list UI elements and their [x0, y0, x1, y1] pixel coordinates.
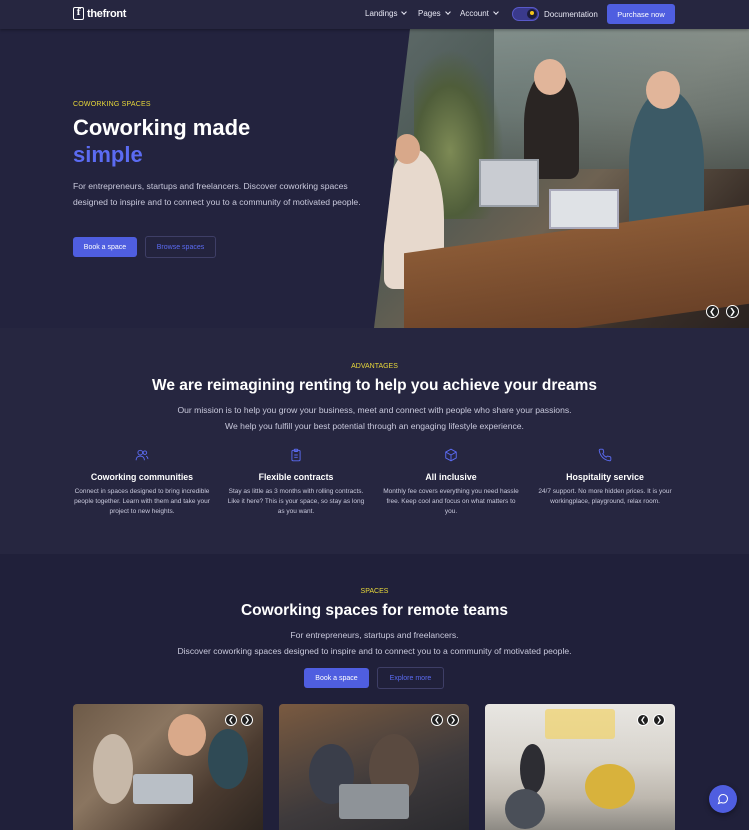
feature-description: Connect in spaces designed to bring incr…	[74, 488, 210, 515]
theme-toggle[interactable]	[512, 7, 539, 21]
moon-icon	[527, 9, 537, 19]
advantages-eyebrow: ADVANTAGES	[351, 363, 398, 370]
box-icon	[445, 448, 457, 462]
feature-description: Monthly fee covers everything you need h…	[383, 488, 519, 515]
spaces-eyebrow: SPACES	[360, 588, 389, 595]
space-card[interactable]: ❮ ❯	[73, 704, 263, 830]
feature-title: Hospitality service	[566, 472, 644, 482]
feature-flexible-contracts: Flexible contracts Stay as little as 3 m…	[226, 448, 366, 517]
phone-icon	[598, 448, 612, 462]
nav-item-label: Landings	[365, 9, 398, 18]
logo-text: thefront	[87, 7, 127, 20]
hero-section: COWORKING SPACES Coworking made simple F…	[0, 29, 749, 328]
card-next-icon[interactable]: ❯	[653, 714, 665, 726]
advantages-subtitle-2: We help you fulfill your best potential …	[225, 421, 524, 431]
hero-title-accent: simple	[73, 142, 143, 167]
card-next-icon[interactable]: ❯	[241, 714, 253, 726]
purchase-button[interactable]: Purchase now	[607, 4, 675, 24]
feature-title: Coworking communities	[90, 472, 194, 482]
feature-description: Stay as little as 3 months with rolling …	[227, 488, 365, 515]
nav-item-pages[interactable]: Pages	[418, 9, 451, 18]
chevron-down-icon	[444, 9, 451, 15]
browse-spaces-button[interactable]: Browse spaces	[145, 236, 216, 258]
card-prev-icon[interactable]: ❮	[225, 714, 237, 726]
chat-button[interactable]	[709, 785, 737, 813]
chat-icon	[717, 794, 729, 805]
hero-title-line: Coworking made	[73, 115, 251, 140]
card-next-icon[interactable]: ❯	[447, 714, 459, 726]
carousel-next-icon[interactable]: ❯	[726, 305, 739, 318]
nav-item-label: Account	[460, 9, 489, 18]
hero-eyebrow: COWORKING SPACES	[73, 101, 151, 108]
chevron-down-icon	[493, 9, 499, 15]
clipboard-icon	[291, 448, 301, 462]
advantages-subtitle-1: Our mission is to help you grow your bus…	[177, 405, 572, 415]
top-navbar: f thefront Landings Pages Account Docume…	[0, 0, 749, 29]
feature-title: Flexible contracts	[258, 472, 334, 482]
feature-coworking-communities: Coworking communities Connect in spaces …	[72, 448, 212, 517]
card-prev-icon[interactable]: ❮	[431, 714, 443, 726]
feature-all-inclusive: All inclusive Monthly fee covers everyth…	[381, 448, 521, 517]
feature-description: 24/7 support. No more hidden prices. It …	[538, 488, 672, 505]
chevron-down-icon	[401, 9, 408, 15]
card-prev-icon[interactable]: ❮	[637, 714, 649, 726]
logo-mark-icon: f	[73, 7, 84, 20]
hero-description: For entrepreneurs, startups and freelanc…	[73, 181, 361, 207]
nav-item-label: Pages	[418, 9, 441, 18]
spaces-subtitle-2: Discover coworking spaces designed to in…	[177, 646, 572, 656]
book-space-button[interactable]: Book a space	[73, 237, 137, 257]
hero-image	[374, 29, 749, 328]
advantages-section: ADVANTAGES We are reimagining renting to…	[0, 328, 749, 554]
nav-item-account[interactable]: Account	[460, 9, 499, 18]
people-icon	[135, 449, 149, 461]
feature-title: All inclusive	[425, 472, 477, 482]
spaces-subtitle-1: For entrepreneurs, startups and freelanc…	[290, 630, 459, 640]
spaces-title: Coworking spaces for remote teams	[240, 602, 509, 619]
feature-hospitality-service: Hospitality service 24/7 support. No mor…	[535, 448, 675, 507]
explore-more-button[interactable]: Explore more	[377, 667, 444, 689]
logo[interactable]: f thefront	[73, 7, 126, 20]
hero-title: Coworking made simple	[73, 114, 250, 168]
space-card[interactable]: ❮ ❯	[485, 704, 675, 830]
spaces-section: SPACES Coworking spaces for remote teams…	[0, 554, 749, 830]
carousel-prev-icon[interactable]: ❮	[706, 305, 719, 318]
space-card[interactable]: ❮ ❯	[279, 704, 469, 830]
advantages-title: We are reimagining renting to help you a…	[151, 377, 598, 394]
documentation-link[interactable]: Documentation	[544, 10, 598, 19]
nav-item-landings[interactable]: Landings	[365, 9, 408, 18]
book-space-button[interactable]: Book a space	[304, 668, 369, 688]
